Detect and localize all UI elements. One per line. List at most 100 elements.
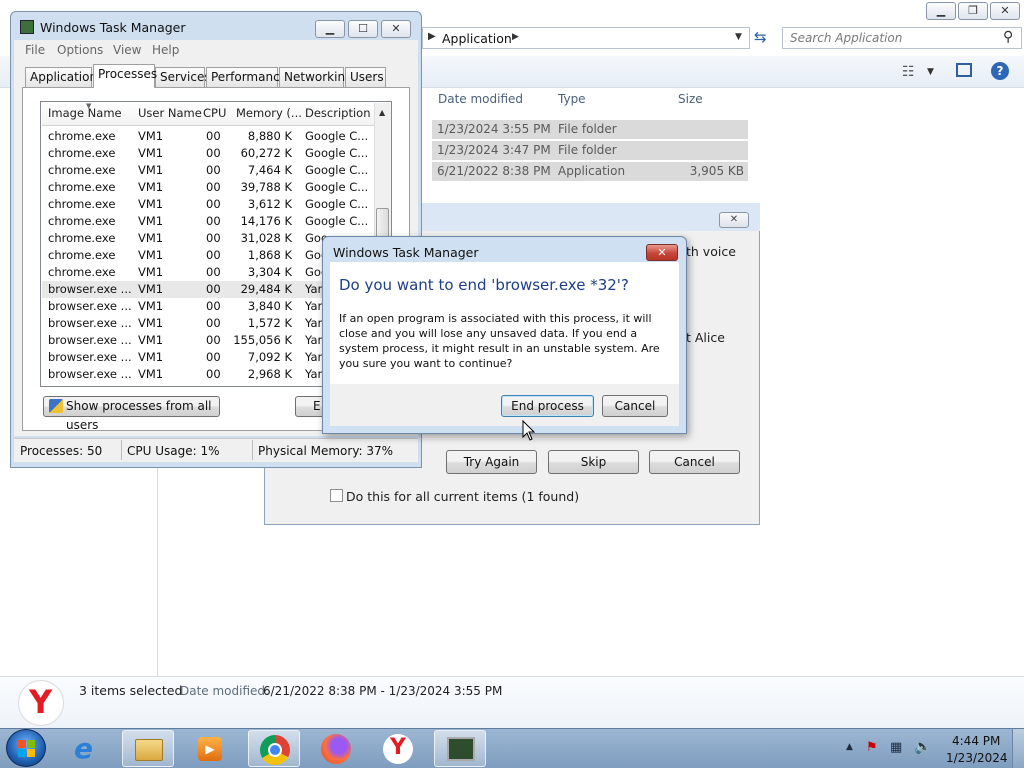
taskbar-task-manager[interactable] (434, 730, 486, 767)
table-row[interactable]: chrome.exe VM1 00 39,788 K Google C... (42, 179, 374, 196)
file-date: 1/23/2024 3:47 PM (437, 143, 551, 157)
tab-applications[interactable]: Applications (25, 67, 103, 87)
show-hidden-icons-icon[interactable]: ▲ (846, 742, 853, 752)
process-name: browser.exe ... (48, 299, 132, 313)
column-memory[interactable]: Memory (... (236, 106, 302, 120)
column-image-name[interactable]: Image Name (48, 106, 122, 120)
process-name: chrome.exe (48, 197, 116, 211)
show-all-processes-button[interactable]: Show processes from all users (43, 396, 220, 432)
firefox-icon (321, 734, 351, 764)
table-row[interactable]: chrome.exe VM1 00 8,880 K Google C... (42, 128, 374, 145)
search-icon[interactable]: ⚲ (1003, 29, 1013, 45)
taskbar-explorer[interactable] (122, 730, 174, 767)
chevron-down-icon[interactable]: ▼ (927, 67, 934, 77)
tab-networking[interactable]: Networking (279, 67, 353, 87)
start-button[interactable] (6, 729, 46, 767)
breadcrumb-arrow-icon[interactable]: ▶ (512, 32, 519, 42)
volume-icon[interactable]: 🔈 (914, 739, 931, 755)
file-size: 3,905 KB (689, 164, 744, 178)
file-row[interactable]: 6/21/2022 8:38 PM Application 3,905 KB (432, 162, 748, 181)
table-row[interactable]: chrome.exe VM1 00 3,612 K Google C... (42, 196, 374, 213)
help-icon[interactable]: ? (991, 62, 1009, 80)
status-divider (121, 440, 122, 460)
process-memory: 60,272 K (240, 146, 292, 160)
minimize-button[interactable]: ▁ (926, 2, 956, 20)
column-user-name[interactable]: User Name (138, 106, 202, 120)
process-user: VM1 (138, 299, 164, 313)
menu-view[interactable]: View (113, 43, 141, 57)
dialog-close-button[interactable]: ✕ (646, 244, 678, 261)
column-size[interactable]: Size (678, 92, 703, 112)
cancel-button[interactable]: Cancel (602, 395, 668, 417)
table-row[interactable]: chrome.exe VM1 00 14,176 K Google C... (42, 213, 374, 230)
process-memory: 1,572 K (247, 316, 292, 330)
process-cpu: 00 (206, 163, 221, 177)
process-cpu: 00 (206, 282, 221, 296)
tab-users[interactable]: Users (345, 67, 386, 87)
process-name: browser.exe ... (48, 350, 132, 364)
taskbar-ie[interactable]: e (62, 730, 114, 767)
process-name: browser.exe ... (48, 282, 132, 296)
taskbar-firefox[interactable] (310, 730, 362, 767)
taskbar-yandex[interactable]: Y (372, 730, 424, 767)
taskbar-chrome[interactable] (248, 730, 300, 767)
folder-icon (135, 739, 163, 761)
try-again-button[interactable]: Try Again (446, 450, 537, 474)
end-process-confirm-button[interactable]: End process (501, 395, 594, 417)
selection-count: 3 items selected (79, 683, 183, 698)
table-row[interactable]: chrome.exe VM1 00 7,464 K Google C... (42, 162, 374, 179)
process-cpu: 00 (206, 129, 221, 143)
column-type[interactable]: Type (558, 92, 586, 112)
menu-help[interactable]: Help (152, 43, 179, 57)
process-cpu: 00 (206, 350, 221, 364)
yandex-logo: Y (29, 683, 53, 721)
process-cpu: 00 (206, 180, 221, 194)
tab-processes[interactable]: Processes (93, 64, 157, 88)
process-description: Google C... (305, 146, 369, 160)
taskbar-media-player[interactable]: ▶ (184, 730, 236, 767)
maximize-button[interactable]: ☐ (348, 20, 378, 38)
process-name: browser.exe ... (48, 367, 132, 381)
table-row[interactable]: chrome.exe VM1 00 60,272 K Google C... (42, 145, 374, 162)
column-date-modified[interactable]: Date modified (438, 92, 523, 112)
view-options-icon[interactable]: ☷ (902, 64, 915, 80)
column-description[interactable]: Description (305, 106, 371, 120)
apply-all-label: Do this for all current items (1 found) (346, 489, 580, 504)
clock-date[interactable]: 1/23/2024 (946, 751, 1008, 765)
show-desktop-button[interactable] (1012, 729, 1024, 768)
close-button[interactable]: ✕ (381, 20, 411, 38)
cancel-button[interactable]: Cancel (649, 450, 740, 474)
file-type: File folder (558, 122, 617, 136)
file-row[interactable]: 1/23/2024 3:55 PM File folder (432, 120, 748, 139)
process-user: VM1 (138, 129, 164, 143)
column-cpu[interactable]: CPU (203, 106, 226, 120)
process-memory: 39,788 K (240, 180, 292, 194)
process-cpu: 00 (206, 248, 221, 262)
yandex-logo: Y (390, 735, 406, 760)
file-row[interactable]: 1/23/2024 3:47 PM File folder (432, 141, 748, 160)
process-user: VM1 (138, 231, 164, 245)
yandex-app-icon: Y (18, 680, 64, 726)
preview-pane-icon[interactable] (956, 63, 972, 77)
menu-options[interactable]: Options (57, 43, 103, 57)
chevron-down-icon[interactable]: ▼ (735, 32, 742, 42)
internet-explorer-icon: e (74, 732, 93, 765)
close-icon[interactable]: ✕ (719, 212, 749, 228)
close-button[interactable]: ✕ (990, 2, 1020, 20)
scroll-up-icon[interactable]: ▲ (379, 108, 385, 117)
tab-performance[interactable]: Performance (206, 67, 287, 87)
address-crumb[interactable]: Application (442, 31, 512, 46)
refresh-icon[interactable]: ⇆ (754, 28, 767, 46)
menu-file[interactable]: File (25, 43, 45, 57)
network-icon[interactable]: ▦ (890, 740, 902, 755)
action-center-icon[interactable]: ⚑ (866, 740, 878, 755)
process-memory: 7,464 K (247, 163, 292, 177)
process-name: chrome.exe (48, 146, 116, 160)
process-cpu: 00 (206, 367, 221, 381)
apply-all-checkbox[interactable] (330, 489, 343, 502)
restore-button[interactable]: ❐ (958, 2, 988, 20)
minimize-button[interactable]: ▁ (315, 20, 345, 38)
clock-time[interactable]: 4:44 PM (952, 734, 1000, 748)
tab-services[interactable]: Services (155, 67, 211, 87)
skip-button[interactable]: Skip (548, 450, 639, 474)
